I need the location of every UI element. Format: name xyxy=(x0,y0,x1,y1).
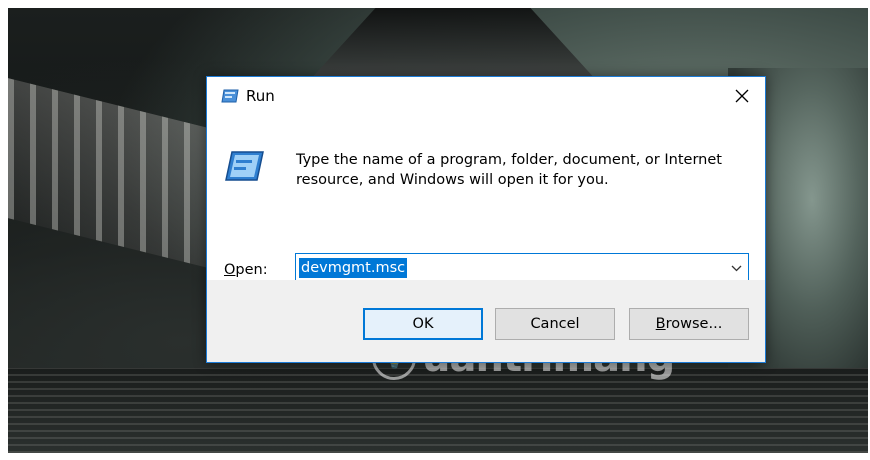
close-button[interactable] xyxy=(719,77,765,115)
run-program-icon xyxy=(225,151,264,181)
run-dialog: Run Type the name of a program, folder, … xyxy=(206,76,766,363)
window-title: Run xyxy=(246,87,275,105)
wallpaper-bridge xyxy=(8,78,208,268)
dialog-footer: OK Cancel Browse... xyxy=(207,280,765,362)
close-icon xyxy=(735,89,749,103)
title-bar[interactable]: Run xyxy=(207,77,765,115)
open-input-value[interactable]: devmgmt.msc xyxy=(299,258,408,278)
ok-button[interactable]: OK xyxy=(363,308,483,340)
chevron-down-icon xyxy=(731,265,741,271)
dropdown-button[interactable] xyxy=(724,254,748,282)
dialog-body: Type the name of a program, folder, docu… xyxy=(207,115,765,283)
browse-label-rest: rowse... xyxy=(665,316,723,332)
open-combobox[interactable]: devmgmt.msc xyxy=(295,253,749,283)
browse-label-accel: B xyxy=(655,316,666,332)
instruction-text: Type the name of a program, folder, docu… xyxy=(296,152,722,188)
open-label-rest: pen: xyxy=(235,262,268,278)
open-label: Open: xyxy=(224,262,268,278)
browse-button[interactable]: Browse... xyxy=(629,308,749,340)
cancel-button[interactable]: Cancel xyxy=(495,308,615,340)
open-label-accel: O xyxy=(224,262,236,278)
run-icon xyxy=(221,89,239,103)
